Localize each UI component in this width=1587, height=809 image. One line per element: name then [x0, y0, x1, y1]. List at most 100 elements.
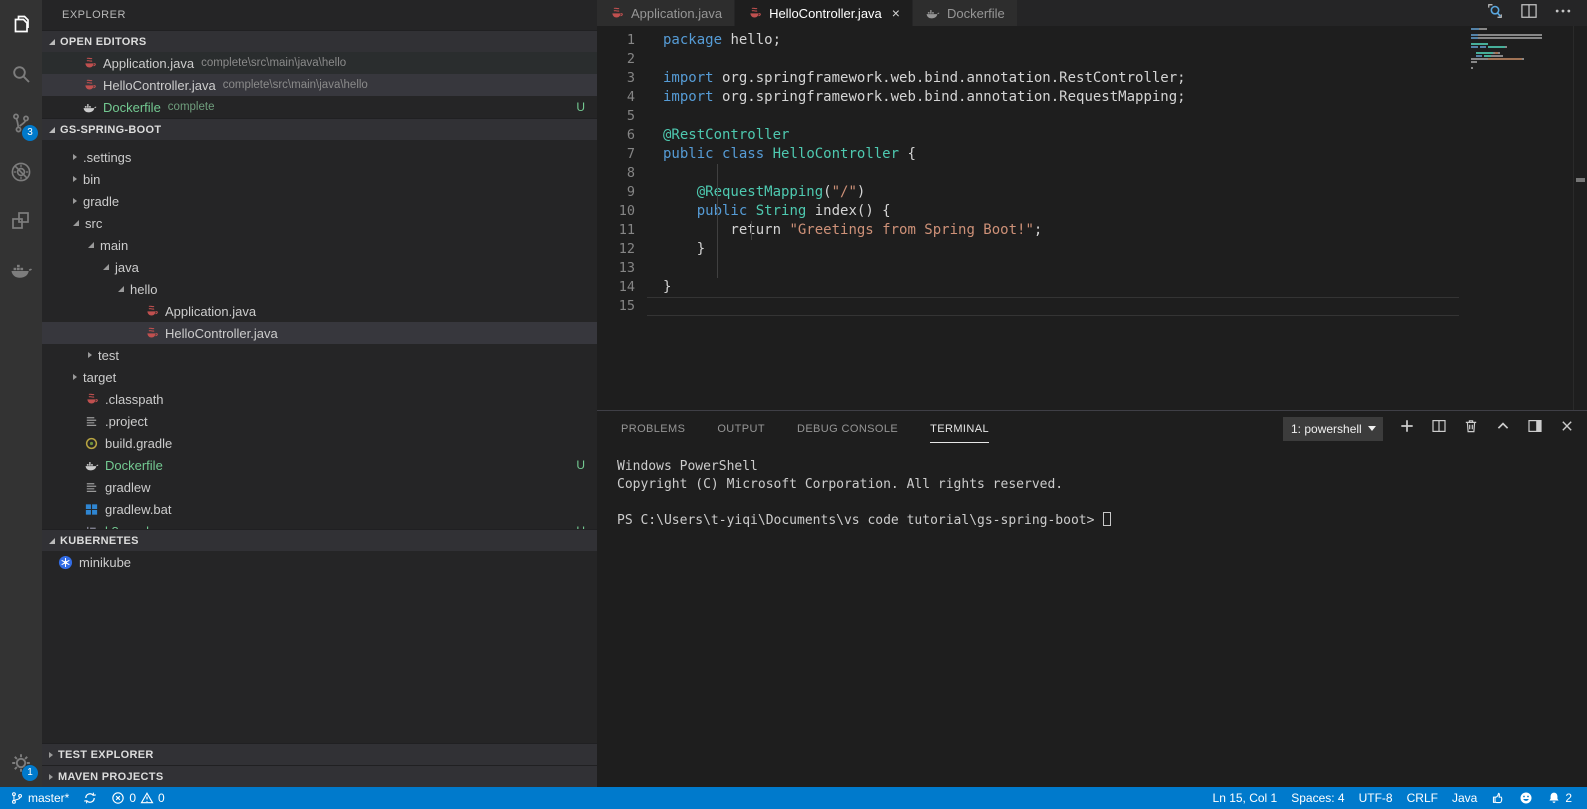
panel-tab-debug-console[interactable]: DEBUG CONSOLE — [797, 414, 898, 443]
tree-item-test[interactable]: test — [42, 344, 597, 366]
section-project[interactable]: GS-SPRING-BOOT — [42, 118, 597, 140]
section-maven-projects[interactable]: MAVEN PROJECTS — [42, 765, 597, 787]
find-icon — [1485, 1, 1505, 21]
file-label: HelloController.java — [165, 326, 278, 341]
panel-tab-output[interactable]: OUTPUT — [717, 414, 765, 443]
section-test-explorer[interactable]: TEST EXPLORER — [42, 743, 597, 765]
panel-tab-terminal[interactable]: TERMINAL — [930, 414, 989, 443]
terminal-select[interactable]: 1: powershell — [1283, 417, 1383, 441]
activity-bar: 31 — [0, 0, 42, 787]
tree-item-hellocontroller-java[interactable]: HelloController.java — [42, 322, 597, 344]
code-line-12: 12 } — [597, 240, 1573, 259]
tree-item-main[interactable]: main — [42, 234, 597, 256]
tree-item-project[interactable]: .project — [42, 410, 597, 432]
status-sync[interactable] — [76, 787, 104, 809]
open-editor-dockerfile[interactable]: DockerfilecompleteU — [42, 96, 597, 118]
tree-item-build-gradle[interactable]: build.gradle — [42, 432, 597, 454]
editor-action-more[interactable] — [1553, 1, 1573, 26]
status-cursor-position[interactable]: Ln 15, Col 1 — [1206, 787, 1285, 809]
tree-item-java[interactable]: java — [42, 256, 597, 278]
panel-tab-problems[interactable]: PROBLEMS — [621, 414, 685, 443]
tree-item-application-java[interactable]: Application.java — [42, 300, 597, 322]
tab-close-icon[interactable]: × — [892, 6, 900, 20]
tree-item-gradlew-bat[interactable]: gradlew.bat — [42, 498, 597, 520]
line-number: 13 — [597, 259, 647, 278]
file-label: test — [98, 348, 119, 363]
panel-action-panel-toggle[interactable] — [1527, 418, 1543, 439]
line-number: 10 — [597, 202, 647, 221]
code-line-11: 11 return "Greetings from Spring Boot!"; — [597, 221, 1573, 240]
tree-item-dockerfile[interactable]: DockerfileU — [42, 454, 597, 476]
terminal-output[interactable]: Windows PowerShellCopyright (C) Microsof… — [597, 446, 1587, 530]
docker-icon — [925, 6, 941, 21]
activitybar-item-search[interactable] — [0, 49, 42, 98]
status-feedback[interactable] — [1512, 787, 1540, 809]
panel-action-plus[interactable] — [1399, 418, 1415, 439]
activitybar-item-gear[interactable]: 1 — [0, 738, 42, 787]
panel-action-trash[interactable] — [1463, 418, 1479, 439]
java-icon — [82, 78, 98, 93]
tree-item-hello[interactable]: hello — [42, 278, 597, 300]
tab-dockerfile[interactable]: Dockerfile — [913, 0, 1017, 26]
yaml-icon — [84, 524, 100, 530]
activitybar-item-docker[interactable] — [0, 245, 42, 294]
debug-icon — [9, 160, 33, 184]
activitybar-item-files[interactable] — [0, 0, 42, 49]
code-line-6: 6@RestController — [597, 126, 1573, 145]
status-indentation[interactable]: Spaces: 4 — [1284, 787, 1351, 809]
code-line-8: 8 — [597, 164, 1573, 183]
minimap[interactable] — [1471, 28, 1571, 73]
chevron-collapsed-icon — [73, 176, 77, 182]
status-java-server-status[interactable] — [1484, 787, 1512, 809]
code-line-5: 5 — [597, 107, 1573, 126]
trash-icon — [1463, 418, 1479, 434]
editor-action-split-editor[interactable] — [1519, 1, 1539, 26]
section-open-editors[interactable]: OPEN EDITORS — [42, 30, 597, 52]
line-number: 1 — [597, 31, 647, 50]
tree-item-settings[interactable]: .settings — [42, 146, 597, 168]
status-language-mode[interactable]: Java — [1445, 787, 1484, 809]
tab-application-java[interactable]: Application.java — [597, 0, 734, 26]
activitybar-item-debug[interactable] — [0, 147, 42, 196]
section-label: OPEN EDITORS — [60, 36, 147, 48]
explorer-sidebar: EXPLORER OPEN EDITORS Application.javaco… — [42, 0, 597, 787]
plus-icon — [1399, 418, 1415, 434]
tab-hellocontroller-java[interactable]: HelloController.java× — [735, 0, 912, 26]
line-number: 12 — [597, 240, 647, 259]
line-number: 4 — [597, 88, 647, 107]
tree-item-src[interactable]: src — [42, 212, 597, 234]
git-untracked-badge: U — [576, 100, 585, 114]
tree-item-classpath[interactable]: .classpath — [42, 388, 597, 410]
tree-item-gradle[interactable]: gradle — [42, 190, 597, 212]
bell-icon — [1547, 791, 1561, 805]
cluster-label: minikube — [79, 555, 131, 570]
terminal-line: PS C:\Users\t-yiqi\Documents\vs code tut… — [617, 512, 1587, 530]
panel-action-split-panel[interactable] — [1431, 418, 1447, 439]
tree-item-gradlew[interactable]: gradlew — [42, 476, 597, 498]
status-eol[interactable]: CRLF — [1400, 787, 1445, 809]
overview-ruler[interactable] — [1573, 26, 1587, 410]
code-editor[interactable]: 1package hello;23import org.springframew… — [597, 26, 1587, 410]
editor-action-find[interactable] — [1485, 1, 1505, 26]
code-line-1: 1package hello; — [597, 31, 1573, 50]
panel-tabs: PROBLEMS OUTPUT DEBUG CONSOLE TERMINAL — [621, 414, 1021, 443]
code-line-9: 9 @RequestMapping("/") — [597, 183, 1573, 202]
kubernetes-item-minikube[interactable]: minikube — [42, 551, 597, 573]
file-label: main — [100, 238, 128, 253]
status-notifications[interactable]: 2 — [1540, 787, 1579, 809]
tree-item-target[interactable]: target — [42, 366, 597, 388]
activitybar-item-extensions[interactable] — [0, 196, 42, 245]
panel-action-chevron-up[interactable] — [1495, 418, 1511, 439]
tree-item-bin[interactable]: bin — [42, 168, 597, 190]
status-problems[interactable]: 00 — [104, 787, 171, 809]
chevron-expanded-icon — [73, 220, 79, 226]
sync-icon — [83, 791, 97, 805]
tree-item-k8s-yml[interactable]: k8s.ymlU — [42, 520, 597, 529]
section-kubernetes[interactable]: KUBERNETES — [42, 529, 597, 551]
status-git-branch[interactable]: master* — [3, 787, 76, 809]
panel-action-close[interactable] — [1559, 418, 1575, 439]
activitybar-item-source-control[interactable]: 3 — [0, 98, 42, 147]
open-editor-hellocontroller-java[interactable]: HelloController.javacomplete\src\main\ja… — [42, 74, 597, 96]
open-editor-application-java[interactable]: Application.javacomplete\src\main\java\h… — [42, 52, 597, 74]
status-encoding[interactable]: UTF-8 — [1352, 787, 1400, 809]
